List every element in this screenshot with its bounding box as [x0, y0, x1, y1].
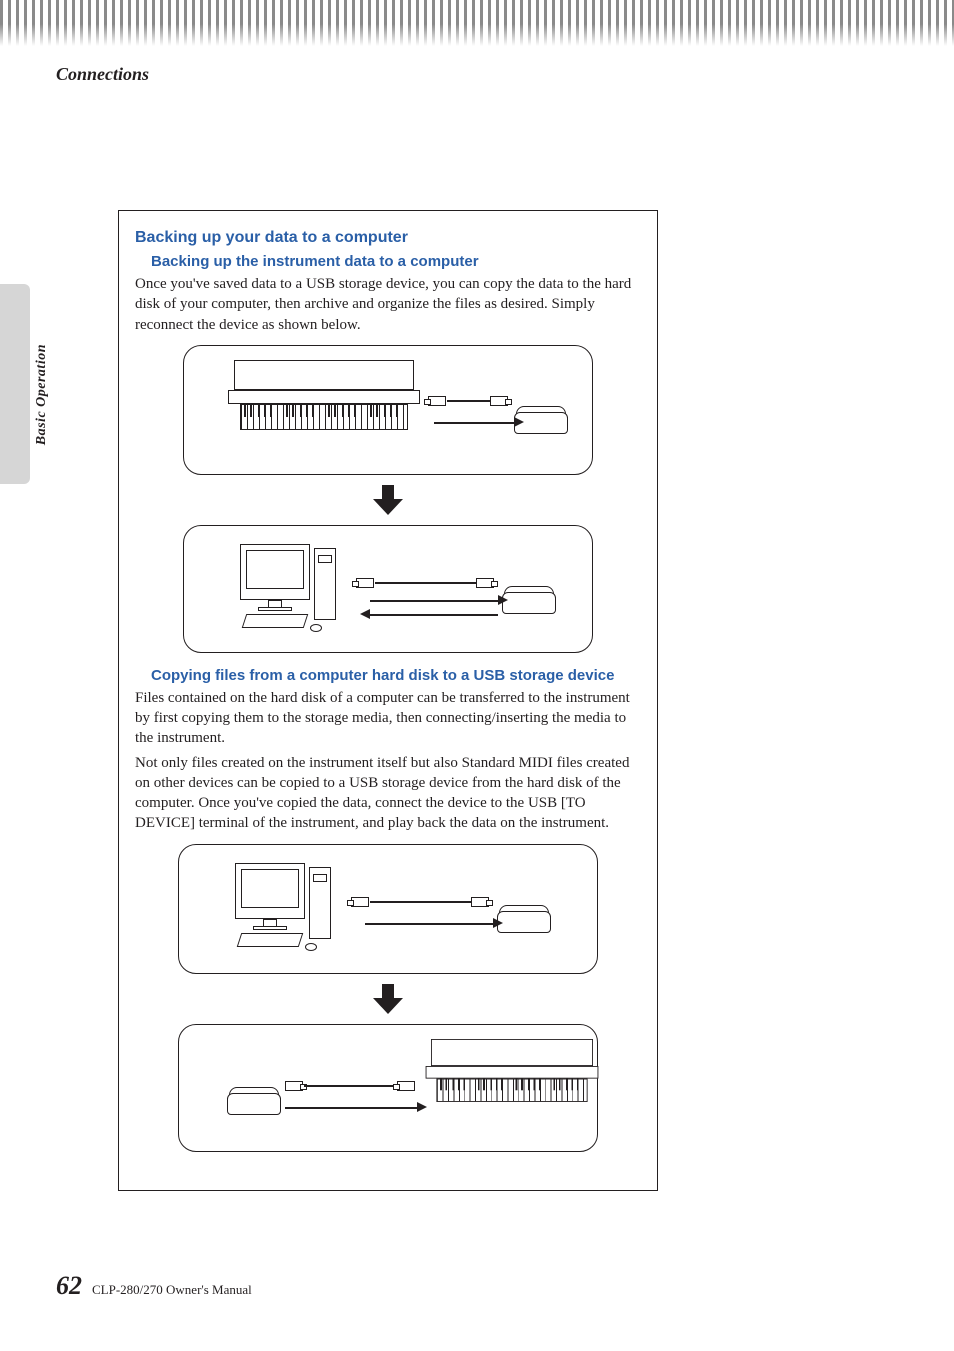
data-flow-line	[285, 1107, 417, 1109]
arrow-down-icon	[373, 984, 403, 1014]
heading-level-1: Backing up your data to a computer	[135, 229, 641, 247]
usb-cable-icon	[447, 400, 491, 402]
manual-title: CLP-280/270 Owner's Manual	[92, 1282, 252, 1298]
diagram-panel-usb-to-computer	[183, 525, 593, 653]
usb-storage-icon	[502, 584, 556, 614]
side-thumb-tab-label: Basic Operation	[34, 344, 50, 445]
page-number: 62	[56, 1271, 82, 1301]
instrument-icon	[234, 360, 414, 450]
usb-plug-b-icon	[285, 1081, 303, 1091]
usb-plug-b-icon	[476, 578, 494, 588]
arrow-down-icon	[373, 485, 403, 515]
usb-cable-icon	[370, 901, 472, 903]
computer-icon	[240, 544, 360, 634]
usb-storage-icon	[227, 1085, 281, 1115]
computer-icon	[235, 863, 355, 953]
diagram-panel-computer-to-usb	[178, 844, 598, 974]
page: Connections Basic Operation Backing up y…	[0, 0, 954, 1351]
heading-section-b: Copying files from a computer hard disk …	[151, 667, 641, 684]
diagram-panel-instrument-to-usb	[183, 345, 593, 475]
page-top-hatch-decoration	[0, 0, 954, 46]
running-header: Connections	[56, 64, 149, 85]
arrow-right-icon	[514, 417, 524, 427]
paragraph-section-a: Once you've saved data to a USB storage …	[135, 274, 641, 335]
diagram-panel-usb-to-instrument	[178, 1024, 598, 1152]
data-flow-line	[434, 422, 514, 424]
arrow-left-icon	[360, 609, 370, 619]
data-flow-line	[370, 600, 498, 602]
arrow-right-icon	[493, 918, 503, 928]
heading-section-a: Backing up the instrument data to a comp…	[151, 253, 641, 270]
side-thumb-tab	[0, 284, 30, 484]
usb-plug-a-icon	[351, 897, 369, 907]
data-flow-line	[370, 614, 498, 616]
usb-cable-icon	[304, 1085, 398, 1087]
usb-plug-b-icon	[490, 396, 508, 406]
page-footer: 62 CLP-280/270 Owner's Manual	[56, 1271, 252, 1301]
data-flow-line	[365, 923, 493, 925]
usb-plug-a-icon	[356, 578, 374, 588]
usb-cable-icon	[375, 582, 477, 584]
arrow-right-icon	[498, 595, 508, 605]
usb-plug-a-icon	[428, 396, 446, 406]
usb-storage-icon	[497, 903, 551, 933]
main-content-box: Backing up your data to a computer Backi…	[118, 210, 658, 1191]
paragraph-section-b-2: Not only files created on the instrument…	[135, 753, 641, 834]
usb-plug-b-icon	[471, 897, 489, 907]
diagram-backup-to-computer	[183, 345, 593, 653]
paragraph-section-b-1: Files contained on the hard disk of a co…	[135, 688, 641, 749]
arrow-right-icon	[417, 1102, 427, 1112]
instrument-icon	[431, 1039, 593, 1120]
usb-plug-a-icon	[397, 1081, 415, 1091]
diagram-copy-from-computer	[178, 844, 598, 1152]
